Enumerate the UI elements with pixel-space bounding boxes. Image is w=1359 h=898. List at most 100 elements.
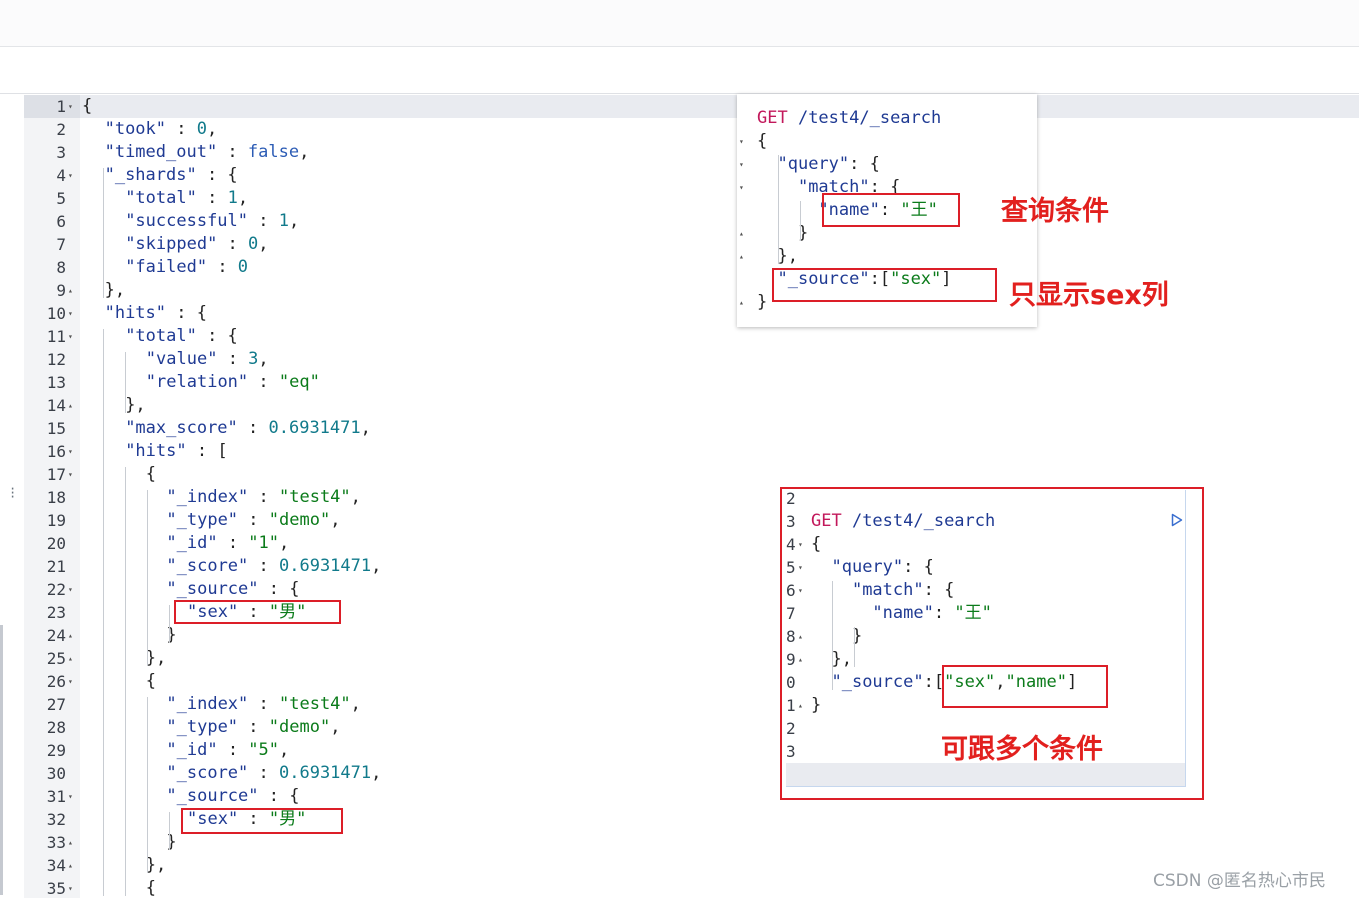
code-token: "test4": [279, 487, 351, 507]
code-token: /test4/_search: [787, 108, 942, 128]
line-number: 24: [46, 626, 66, 645]
code-line: "max_score" : 0.6931471,: [125, 417, 371, 440]
fold-close-icon[interactable]: ▴: [739, 245, 749, 268]
line-number: 17: [46, 465, 66, 484]
code-line: },: [146, 854, 166, 877]
fold-close-icon[interactable]: ▴: [68, 854, 78, 877]
fold-open-icon[interactable]: ▾: [68, 463, 78, 486]
code-token: "eq": [278, 372, 320, 392]
fold-close-icon[interactable]: ▴: [68, 279, 78, 302]
code-token: "query": [777, 154, 850, 174]
code-token: "1": [248, 533, 280, 553]
code-token: "_source": [166, 579, 259, 599]
code-token: 3: [248, 349, 259, 369]
code-token: {: [82, 96, 93, 116]
fold-open-icon[interactable]: ▾: [739, 176, 749, 199]
line-number: 5: [56, 189, 66, 208]
code-token: :: [217, 740, 249, 760]
indent-guide: [800, 201, 801, 241]
code-line: {: [146, 463, 156, 486]
line-number: 21: [46, 557, 66, 576]
code-token: :: [238, 510, 269, 530]
fold-close-icon[interactable]: ▴: [739, 222, 749, 245]
line-number: 4: [786, 535, 796, 554]
query-line: "name": "王": [811, 602, 991, 625]
code-token: {: [145, 878, 157, 898]
code-line: "took" : 0,: [105, 118, 218, 141]
fold-close-icon[interactable]: ▴: [68, 624, 78, 647]
indent-guide: [169, 605, 170, 643]
top-toolbar: [0, 0, 1359, 47]
code-token: "relation": [145, 372, 249, 392]
fold-open-icon[interactable]: ▾: [68, 440, 78, 463]
fold-close-icon[interactable]: ▴: [68, 394, 78, 417]
line-number: 3: [786, 512, 796, 531]
code-line: "_id" : "5",: [166, 739, 289, 762]
code-token: "hits": [125, 441, 187, 461]
fold-open-icon[interactable]: ▾: [68, 877, 78, 898]
code-token: : [: [186, 441, 228, 461]
highlight-box-sex-2: [181, 808, 343, 834]
code-token: : {: [196, 326, 238, 346]
fold-open-icon[interactable]: ▾: [68, 164, 78, 187]
code-line: "_index" : "test4",: [166, 486, 361, 509]
code-token: 0: [196, 119, 207, 139]
code-token: : {: [258, 786, 300, 806]
query-line: {: [811, 533, 821, 556]
code-token: "_shards": [104, 165, 197, 185]
line-number: 12: [46, 350, 66, 369]
code-line: "skipped" : 0,: [125, 233, 268, 256]
fold-close-icon[interactable]: ▴: [739, 291, 749, 314]
fold-open-icon[interactable]: ▾: [68, 785, 78, 808]
fold-open-icon[interactable]: ▾: [68, 95, 78, 118]
fold-close-icon[interactable]: ▴: [798, 648, 808, 671]
play-icon[interactable]: [1171, 513, 1183, 527]
fold-close-icon[interactable]: ▴: [798, 694, 808, 717]
line-number: 2: [786, 489, 796, 508]
fold-close-icon[interactable]: ▴: [68, 647, 78, 670]
fold-open-icon[interactable]: ▾: [798, 556, 808, 579]
code-token: {: [145, 671, 157, 691]
fold-close-icon[interactable]: ▴: [798, 625, 808, 648]
code-token: GET: [811, 511, 842, 531]
indent-guide: [103, 329, 104, 896]
line-number: 9: [56, 281, 66, 300]
fold-open-icon[interactable]: ▾: [68, 302, 78, 325]
code-token: 0.6931471: [268, 418, 361, 438]
fold-open-icon[interactable]: ▾: [739, 153, 749, 176]
code-token: ,: [330, 717, 341, 737]
code-token: : {: [849, 154, 880, 174]
line-number: 1: [786, 696, 796, 715]
line-number: 33: [46, 833, 66, 852]
code-token: : {: [258, 579, 300, 599]
code-line: "_score" : 0.6931471,: [166, 762, 381, 785]
fold-close-icon[interactable]: ▴: [68, 831, 78, 854]
code-token: :: [248, 211, 279, 231]
fold-open-icon[interactable]: ▾: [798, 579, 808, 602]
fold-open-icon[interactable]: ▾: [68, 325, 78, 348]
drag-handle-icon[interactable]: · · ·: [9, 483, 16, 503]
line-number: 14: [46, 396, 66, 415]
fold-open-icon[interactable]: ▾: [798, 533, 808, 556]
watermark: CSDN @匿名热心市民: [1153, 871, 1326, 891]
code-token: :: [166, 119, 197, 139]
code-token: :: [248, 694, 279, 714]
code-token: "_id": [166, 533, 218, 553]
code-line: "hits" : {: [105, 302, 207, 325]
line-number: 26: [46, 672, 66, 691]
highlight-box-source-sex: [772, 268, 997, 302]
fold-open-icon[interactable]: ▾: [68, 670, 78, 693]
line-number: 27: [46, 695, 66, 714]
resize-bar[interactable]: [0, 625, 3, 895]
fold-open-icon[interactable]: ▾: [68, 578, 78, 601]
fold-open-icon[interactable]: ▾: [739, 130, 749, 153]
code-line: "_shards" : {: [105, 164, 238, 187]
secondary-toolbar: [0, 47, 1359, 94]
line-number: 10: [46, 304, 66, 323]
code-line: "_source" : {: [166, 785, 299, 808]
code-token: "_index": [166, 487, 249, 507]
code-token: :: [217, 142, 248, 162]
